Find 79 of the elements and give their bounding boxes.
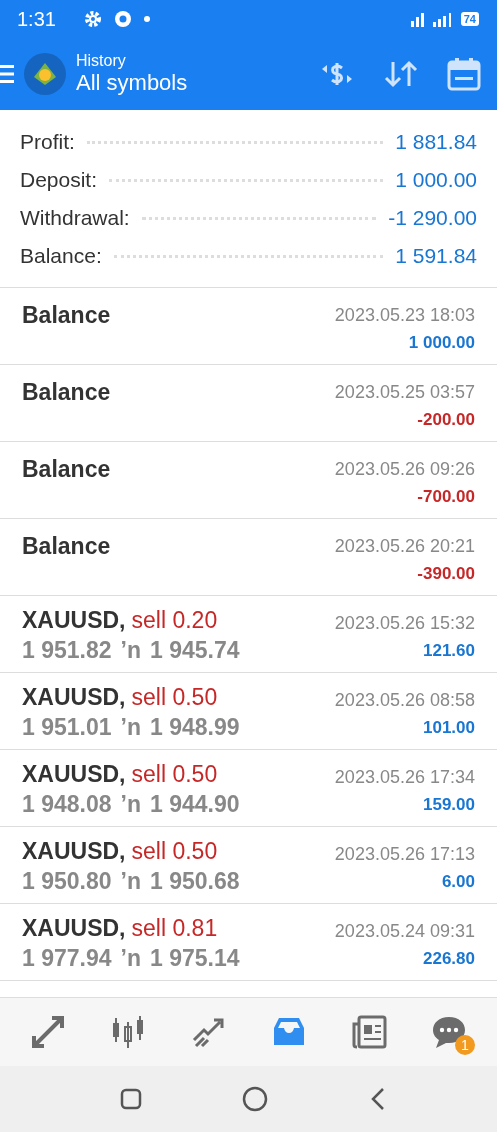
history-entry[interactable]: XAUUSD, sell 0.20 1 951.82 ʼn 1 945.74 2023.05.26 15:32 121.60 [0,596,497,673]
entry-time: 2023.05.24 09:31 [334,921,475,942]
price-arrow: ʼn [120,791,141,818]
summary-label: Withdrawal: [20,206,130,230]
double-arrow-icon[interactable] [30,1014,67,1050]
entry-amount: 101.00 [423,718,475,738]
entry-amount: -200.00 [417,410,475,430]
history-entry[interactable]: Balance 2023.05.26 09:26 -700.00 [0,442,497,519]
close-price: 1 950.68 [150,868,240,895]
gear-icon [83,10,102,28]
open-price: 1 951.01 [22,714,112,741]
summary-value: 1 000.00 [395,168,477,192]
entry-title: Balance [22,455,111,483]
trade-volume: sell 0.20 [131,607,218,634]
summary-value: 1 591.84 [395,244,477,268]
symbol-name: XAUUSD, [22,761,126,788]
close-price: 1 945.74 [150,637,240,664]
entry-time: 2023.05.26 09:26 [334,459,475,480]
entry-time: 2023.05.23 18:03 [334,305,475,326]
symbol-name: XAUUSD, [22,684,126,711]
entry-time: 2023.05.25 03:57 [334,382,475,403]
history-entry[interactable]: Balance 2023.05.26 20:21 -390.00 [0,519,497,596]
app-logo-icon [24,53,66,95]
price-arrow: ʼn [120,868,141,895]
entry-time: 2023.05.26 17:13 [334,844,475,865]
symbol-name: XAUUSD, [22,915,126,942]
open-price: 1 948.08 [22,791,112,818]
screen-title: History [76,52,127,70]
clock: 1:31 [17,7,56,31]
home-button[interactable] [242,1086,269,1112]
newspaper-icon[interactable] [350,1014,387,1050]
history-entry[interactable]: Balance 2023.05.25 03:57 -200.00 [0,365,497,442]
entry-amount: 6.00 [441,872,475,892]
dot-icon [143,16,150,22]
entry-time: 2023.05.26 17:34 [334,767,475,788]
entry-time: 2023.05.26 20:21 [334,536,475,557]
entry-amount: 159.00 [423,795,475,815]
symbol-name: XAUUSD, [22,607,126,634]
summary-value: 1 881.84 [395,130,477,154]
close-price: 1 948.99 [150,714,240,741]
trade-volume: sell 0.81 [131,915,218,942]
summary-label: Deposit: [20,168,98,192]
entry-amount: 121.60 [423,641,475,661]
summary-label: Profit: [20,130,75,154]
entry-title: Balance [22,378,111,406]
trade-volume: sell 0.50 [131,761,218,788]
recents-button[interactable] [120,1088,143,1110]
open-price: 1 977.94 [22,945,112,972]
close-price: 1 944.90 [150,791,240,818]
history-entry[interactable]: XAUUSD, sell 0.50 1 948.08 ʼn 1 944.90 2023.05.26 17:34 159.00 [0,750,497,827]
menu-icon[interactable] [0,63,14,85]
history-entry[interactable]: Balance 2023.05.23 18:03 1 000.00 [0,288,497,365]
entry-title: Balance [22,301,111,329]
close-price: 1 975.14 [150,945,240,972]
entry-amount: -700.00 [417,487,475,507]
battery-icon: 74 [460,12,479,26]
notification-badge: 1 [454,1035,475,1055]
summary-value: -1 290.00 [388,206,477,230]
open-price: 1 950.80 [22,868,112,895]
price-arrow: ʼn [120,637,141,664]
price-arrow: ʼn [120,945,141,972]
symbol-filter[interactable]: All symbols [76,70,188,96]
entry-amount: -390.00 [417,564,475,584]
history-entry[interactable]: XAUUSD, sell 0.50 1 950.80 ʼn 1 950.68 2023.05.26 17:13 6.00 [0,827,497,904]
entry-time: 2023.05.26 08:58 [334,690,475,711]
entry-title: Balance [22,532,111,560]
entry-amount: 226.80 [423,949,475,969]
sort-icon[interactable] [383,58,419,90]
history-entry[interactable]: XAUUSD, sell 0.81 1 977.94 ʼn 1 975.14 2023.05.24 09:31 226.80 [0,904,497,981]
entry-time: 2023.05.26 15:32 [334,613,475,634]
entry-amount: 1 000.00 [408,333,475,353]
history-entry[interactable]: XAUUSD, sell 0.50 1 951.01 ʼn 1 948.99 2023.05.26 08:58 101.00 [0,673,497,750]
open-price: 1 951.82 [22,637,112,664]
trade-volume: sell 0.50 [131,838,218,865]
summary-label: Balance: [20,244,102,268]
calendar-icon[interactable] [447,57,481,91]
symbol-name: XAUUSD, [22,838,126,865]
trade-volume: sell 0.50 [131,684,218,711]
price-arrow: ʼn [120,714,141,741]
